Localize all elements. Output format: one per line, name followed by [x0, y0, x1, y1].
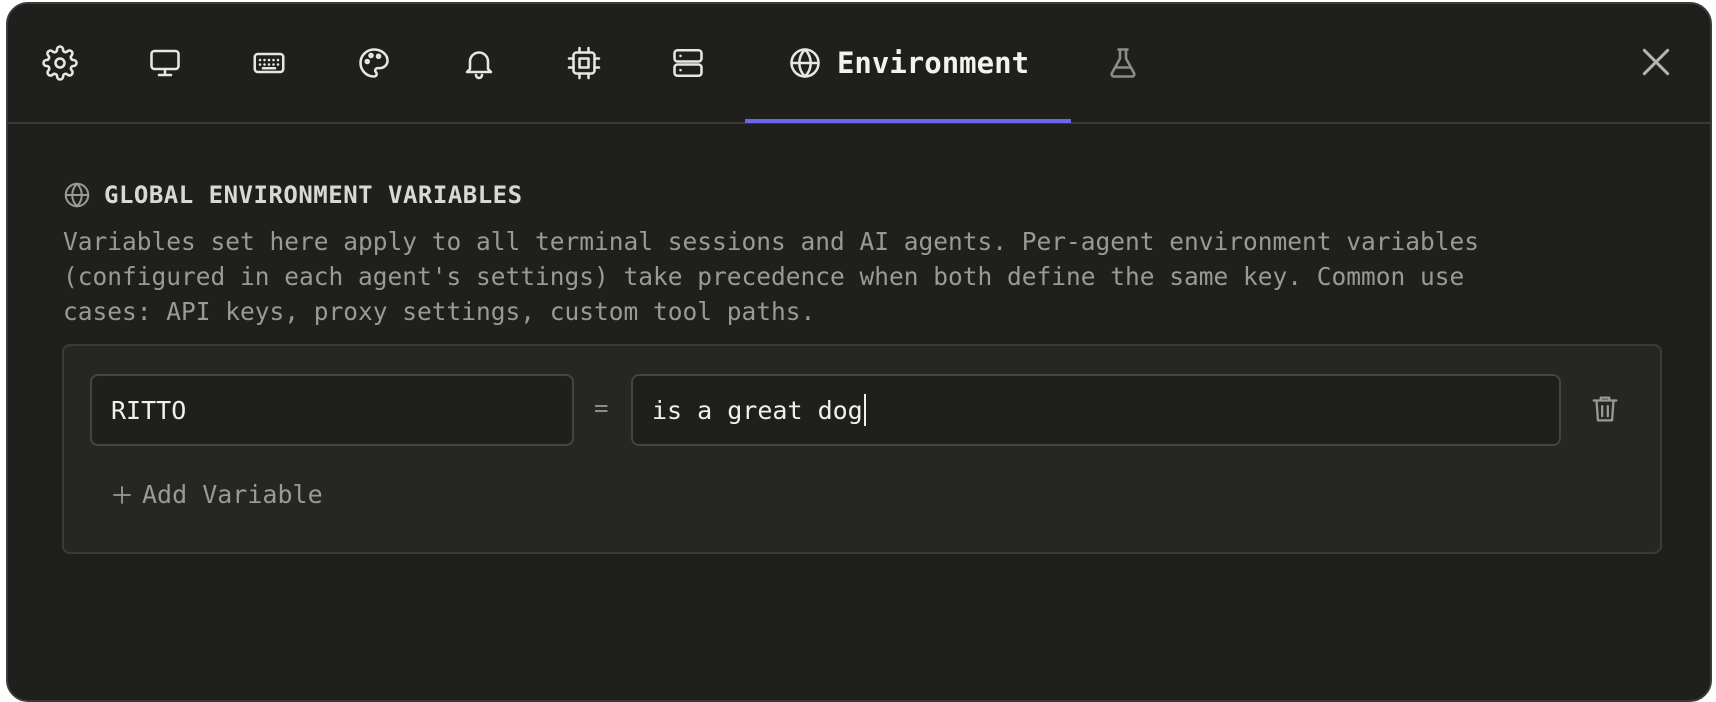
text-cursor — [863, 394, 866, 426]
flask-icon — [1110, 48, 1136, 78]
active-tab-indicator — [745, 119, 1071, 123]
close-button[interactable] — [1636, 42, 1676, 82]
tab-keyboard[interactable] — [239, 4, 299, 122]
description-line: (configured in each agent's settings) ta… — [63, 262, 1465, 291]
variables-panel: RITTO = is a great dog Add Variable — [62, 344, 1662, 554]
variable-value-input[interactable]: is a great dog — [631, 374, 1561, 446]
description-line: cases: API keys, proxy settings, custom … — [63, 297, 816, 326]
cpu-icon — [567, 46, 601, 80]
description-line: Variables set here apply to all terminal… — [63, 227, 1480, 256]
server-icon — [673, 48, 703, 78]
plus-icon — [113, 485, 131, 504]
variable-key-input[interactable]: RITTO — [90, 374, 574, 446]
settings-window: Environment GLOBAL ENVIRONMENT VARIABLES… — [6, 2, 1712, 702]
palette-icon — [359, 48, 389, 78]
section-header: GLOBAL ENVIRONMENT VARIABLES — [62, 180, 523, 210]
tab-environment[interactable]: Environment — [745, 4, 1071, 123]
tab-environment-label: Environment — [836, 46, 1030, 80]
section-title: GLOBAL ENVIRONMENT VARIABLES — [104, 181, 523, 209]
add-variable-label: Add Variable — [142, 480, 323, 509]
tab-appearance[interactable] — [344, 4, 404, 122]
tab-display[interactable] — [135, 4, 195, 122]
variable-value-text: is a great dog — [652, 395, 863, 425]
tab-notifications[interactable] — [449, 4, 509, 122]
close-icon — [1642, 48, 1670, 76]
monitor-icon — [150, 49, 180, 77]
gear-icon — [42, 45, 78, 81]
variable-key-value: RITTO — [111, 395, 187, 425]
globe-icon — [790, 48, 820, 78]
delete-variable-button[interactable] — [1588, 392, 1622, 426]
tab-servers[interactable] — [658, 4, 718, 122]
keyboard-icon — [253, 52, 285, 74]
trash-icon — [1592, 396, 1618, 422]
equals-sign: = — [594, 394, 609, 422]
tab-bar: Environment — [8, 4, 1710, 124]
bell-icon — [465, 51, 493, 80]
tab-general[interactable] — [30, 4, 90, 122]
section-description: Variables set here apply to all terminal… — [63, 224, 1663, 329]
add-variable-button[interactable]: Add Variable — [110, 480, 323, 509]
tab-processor[interactable] — [554, 4, 614, 122]
tab-experimental[interactable] — [1093, 4, 1153, 122]
globe-icon — [64, 182, 90, 208]
